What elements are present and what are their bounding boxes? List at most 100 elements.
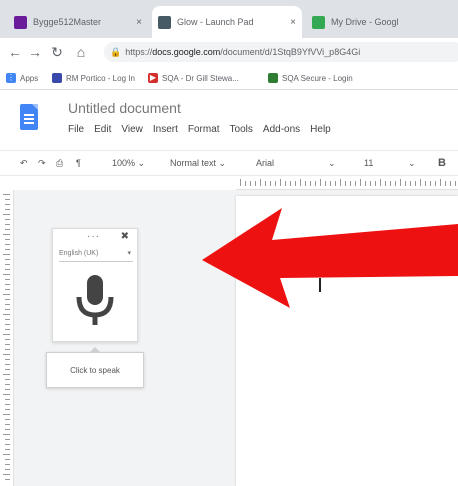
ruler-tick (5, 359, 10, 360)
ruler-tick (5, 244, 10, 245)
click-to-speak-tooltip: Click to speak (46, 347, 144, 388)
home-icon[interactable]: ⌂ (72, 42, 90, 62)
tab-glow-launch-pad[interactable]: Glow - Launch Pad × (152, 6, 302, 38)
ruler-tick (5, 304, 10, 305)
ruler-tick (305, 181, 306, 186)
reload-icon[interactable]: ↻ (48, 42, 66, 62)
ruler-tick (3, 214, 10, 215)
menu-tools[interactable]: Tools (230, 124, 253, 135)
undo-icon[interactable]: ↶ (20, 155, 28, 171)
chevron-down-icon[interactable]: ⌄ (328, 155, 336, 171)
tab-close-icon[interactable]: × (132, 17, 142, 28)
ruler-tick (405, 181, 406, 186)
bold-button[interactable]: B (438, 155, 446, 171)
microphone-button[interactable] (55, 267, 135, 337)
ruler-tick (5, 344, 10, 345)
ruler-tick (260, 179, 261, 186)
ruler-tick (3, 434, 10, 435)
ruler-tick (310, 181, 311, 186)
ruler-tick (390, 181, 391, 186)
ruler-tick (5, 204, 10, 205)
menu-file[interactable]: File (68, 124, 84, 135)
ruler-tick (5, 209, 10, 210)
ruler-tick (5, 299, 10, 300)
menu-edit[interactable]: Edit (94, 124, 111, 135)
close-icon[interactable]: ✖ (121, 231, 129, 242)
tab-label: Bygge512Master (33, 17, 102, 27)
chevron-down-icon: ▾ (127, 250, 131, 257)
ruler-tick (3, 254, 10, 255)
font-select[interactable]: Arial (256, 155, 274, 171)
google-docs-logo-icon[interactable] (20, 104, 38, 130)
ruler-tick (250, 181, 251, 186)
drag-handle-icon[interactable]: ··· (87, 231, 100, 242)
menu-bar: File Edit View Insert Format Tools Add-o… (68, 124, 331, 135)
tab-close-icon[interactable]: × (286, 17, 296, 28)
ruler-tick (3, 294, 10, 295)
paint-format-icon[interactable]: ¶ (76, 155, 81, 171)
ruler-tick (5, 259, 10, 260)
ruler-tick (440, 179, 441, 186)
ruler-tick (300, 179, 301, 186)
ruler-tick (5, 319, 10, 320)
menu-help[interactable]: Help (310, 124, 331, 135)
red-arrow-annotation (202, 208, 458, 308)
menu-format[interactable]: Format (188, 124, 220, 135)
ruler-tick (5, 379, 10, 380)
ruler-tick (5, 364, 10, 365)
menu-add-ons[interactable]: Add-ons (263, 124, 300, 135)
chevron-down-icon[interactable]: ⌄ (408, 155, 416, 171)
rm-icon (52, 73, 62, 83)
url-prefix: https:// (125, 47, 153, 57)
bookmark-apps[interactable]: ⋮ Apps (6, 71, 38, 85)
style-select[interactable]: Normal text ⌄ (170, 155, 226, 171)
ruler-tick (3, 374, 10, 375)
ruler-tick (430, 181, 431, 186)
back-icon[interactable]: ← (6, 42, 24, 62)
ruler-tick (3, 194, 10, 195)
address-bar[interactable]: 🔒 https://docs.google.com/document/d/1Stq… (104, 42, 458, 62)
ruler-tick (5, 224, 10, 225)
ruler-tick (350, 181, 351, 186)
ruler-tick (340, 179, 341, 186)
redo-icon[interactable]: ↷ (38, 155, 46, 171)
bookmark-sqa-secure[interactable]: SQA Secure - Login (268, 71, 353, 85)
ruler-tick (315, 181, 316, 186)
vertical-ruler (0, 190, 14, 486)
url-path: /document/d/1StqB9YfVVi_p8G4Gi (220, 47, 361, 57)
ruler-tick (345, 181, 346, 186)
language-select[interactable]: English (UK) ▾ (59, 247, 133, 262)
print-icon[interactable]: ⎙ (56, 155, 63, 171)
forward-icon[interactable]: → (26, 42, 44, 62)
font-size-select[interactable]: 11 (364, 155, 373, 171)
ruler-tick (400, 179, 401, 186)
ruler-tick (280, 179, 281, 186)
ruler-tick (5, 464, 10, 465)
ruler-tick (5, 439, 10, 440)
ruler-tick (3, 314, 10, 315)
ruler-tick (5, 409, 10, 410)
tab-favicon-icon (14, 15, 27, 29)
menu-insert[interactable]: Insert (153, 124, 178, 135)
bookmarks-bar: ⋮ Apps RM Portico - Log In ▶ SQA - Dr Gi… (0, 66, 458, 90)
ruler-tick (5, 279, 10, 280)
ruler-tick (5, 459, 10, 460)
zoom-select[interactable]: 100% ⌄ (112, 155, 145, 171)
ruler-tick (240, 179, 241, 186)
bookmark-label: SQA - Dr Gill Stewa... (162, 73, 239, 83)
ruler-tick (5, 264, 10, 265)
ruler-tick (5, 399, 10, 400)
bookmark-rm-portico[interactable]: RM Portico - Log In (52, 71, 135, 85)
ruler-tick (420, 179, 421, 186)
bookmark-label: RM Portico - Log In (66, 73, 135, 83)
ruler-tick (5, 479, 10, 480)
tab-bygge512master[interactable]: Bygge512Master × (8, 6, 148, 38)
ruler-tick (3, 394, 10, 395)
document-title[interactable]: Untitled document (68, 100, 181, 116)
ruler-tick (380, 179, 381, 186)
apps-grid-icon: ⋮ (6, 73, 16, 83)
menu-view[interactable]: View (121, 124, 143, 135)
bookmark-sqa-gill-stewart[interactable]: ▶ SQA - Dr Gill Stewa... (148, 71, 239, 85)
tab-my-drive[interactable]: My Drive - Googl (306, 6, 458, 38)
ruler-tick (265, 181, 266, 186)
